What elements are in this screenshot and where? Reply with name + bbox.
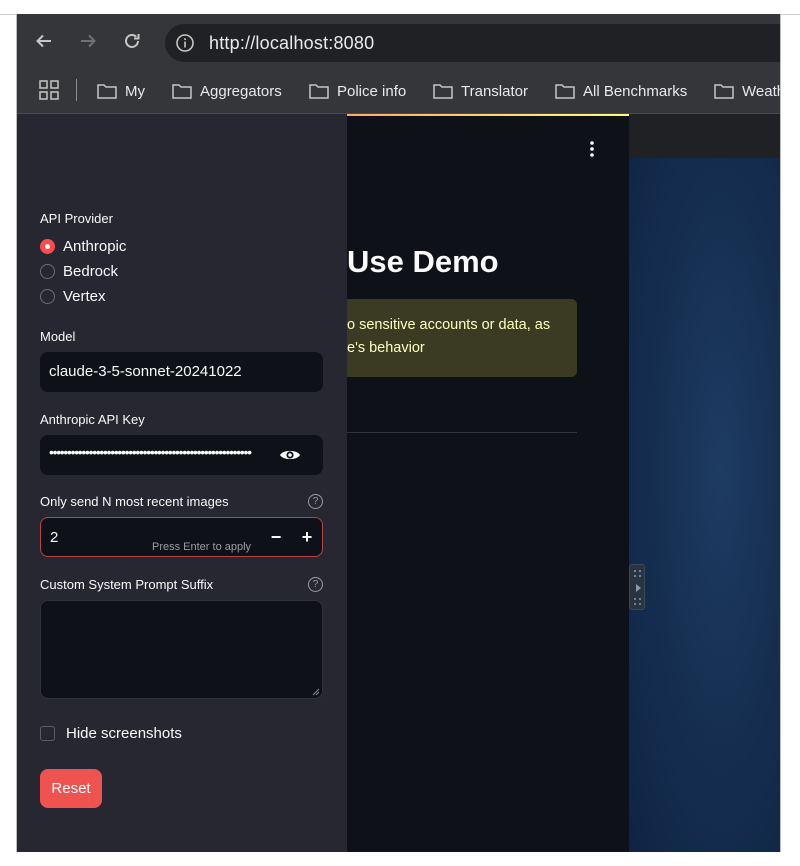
bookmark-all-benchmarks[interactable]: All Benchmarks: [555, 79, 687, 103]
bookmarks-bar: My Aggregators Police info Translator Al…: [17, 72, 781, 114]
divider: [337, 432, 577, 433]
browser-toolbar: http://localhost:8080: [17, 14, 780, 72]
api-key-value[interactable]: ••••••••••••••••••••••••••••••••••••••••…: [49, 444, 267, 460]
right-pane-header: [629, 114, 780, 158]
reset-button[interactable]: Reset: [40, 769, 102, 808]
bookmark-label: Police info: [337, 82, 407, 100]
bookmark-translator[interactable]: Translator: [433, 79, 528, 103]
api-key-input[interactable]: ••••••••••••••••••••••••••••••••••••••••…: [40, 435, 323, 475]
forward-button[interactable]: [77, 30, 99, 52]
streamlit-app: Use Demo o sensitive accounts or data, a…: [17, 114, 780, 852]
folder-icon: [172, 84, 192, 99]
radio-unselected-icon: [40, 264, 55, 279]
bookmark-weather[interactable]: Weath: [714, 79, 781, 103]
radio-label: Bedrock: [63, 263, 119, 280]
radio-unselected-icon: [40, 289, 55, 304]
warning-callout: o sensitive accounts or data, as e's beh…: [337, 299, 577, 377]
radio-vertex[interactable]: Vertex: [40, 288, 106, 305]
page-title: Use Demo: [347, 244, 499, 279]
reload-button[interactable]: [121, 30, 143, 52]
main-content: Use Demo o sensitive accounts or data, a…: [337, 116, 629, 852]
reload-icon: [125, 34, 140, 48]
more-vertical-icon[interactable]: [585, 140, 599, 160]
page-bottom-margin: [0, 852, 800, 866]
bookmark-label: My: [125, 82, 145, 100]
apps-grid-icon[interactable]: [39, 80, 59, 100]
arrow-left-icon: [36, 34, 51, 48]
help-icon[interactable]: ?: [308, 494, 323, 509]
app-header: [347, 116, 629, 160]
sidebar: API Provider Anthropic Bedrock Vertex Mo…: [17, 114, 347, 852]
checkbox-label: Hide screenshots: [66, 725, 182, 742]
provider-label: API Provider: [40, 211, 113, 226]
hide-screenshots-checkbox[interactable]: Hide screenshots: [40, 725, 182, 742]
radio-label: Anthropic: [63, 238, 127, 255]
url-text[interactable]: http://localhost:8080: [209, 33, 374, 54]
folder-icon: [97, 84, 117, 99]
bookmarks-separator: [76, 79, 77, 101]
decrement-button[interactable]: −: [267, 528, 285, 546]
radio-selected-icon: [40, 239, 55, 254]
bookmark-label: Weath: [742, 82, 781, 100]
address-bar[interactable]: http://localhost:8080: [165, 24, 780, 62]
bookmark-label: All Benchmarks: [583, 82, 688, 100]
model-label: Model: [40, 329, 76, 344]
folder-icon: [309, 84, 329, 99]
vnc-desktop-view[interactable]: [629, 158, 780, 852]
browser-window: http://localhost:8080 My Aggregators Pol…: [16, 14, 781, 852]
drawer-handle[interactable]: [629, 564, 645, 610]
bookmark-aggregators[interactable]: Aggregators: [172, 79, 282, 103]
warning-text: o sensitive accounts or data, as: [347, 317, 551, 333]
checkbox-unchecked-icon: [40, 726, 55, 741]
drag-handle-icon: [634, 570, 641, 605]
radio-anthropic[interactable]: Anthropic: [40, 238, 126, 255]
arrow-right-icon: [81, 34, 96, 48]
eye-icon[interactable]: [279, 446, 301, 464]
back-button[interactable]: [33, 30, 55, 52]
bookmark-police-info[interactable]: Police info: [309, 79, 406, 103]
images-value[interactable]: 2: [50, 529, 58, 546]
radio-bedrock[interactable]: Bedrock: [40, 263, 118, 280]
input-hint: Press Enter to apply: [152, 541, 252, 553]
resize-handle-icon[interactable]: [312, 688, 320, 696]
system-prompt-suffix-textarea[interactable]: [40, 600, 323, 699]
model-value[interactable]: claude-3-5-sonnet-20241022: [49, 363, 242, 380]
bookmark-label: Aggregators: [200, 82, 282, 100]
api-key-label: Anthropic API Key: [40, 412, 145, 427]
help-icon[interactable]: ?: [308, 577, 323, 592]
folder-icon: [714, 84, 734, 99]
folder-icon: [555, 84, 575, 99]
images-label: Only send N most recent images: [40, 494, 229, 509]
model-input[interactable]: claude-3-5-sonnet-20241022: [40, 352, 323, 392]
recent-images-number-input[interactable]: 2 Press Enter to apply − +: [40, 517, 323, 557]
bookmark-my[interactable]: My: [97, 79, 145, 103]
folder-icon: [433, 84, 453, 99]
increment-button[interactable]: +: [298, 528, 316, 546]
warning-text: e's behavior: [347, 340, 425, 356]
suffix-label: Custom System Prompt Suffix: [40, 577, 214, 592]
bookmark-label: Translator: [461, 82, 528, 100]
radio-label: Vertex: [63, 288, 106, 305]
info-icon[interactable]: [175, 33, 195, 53]
